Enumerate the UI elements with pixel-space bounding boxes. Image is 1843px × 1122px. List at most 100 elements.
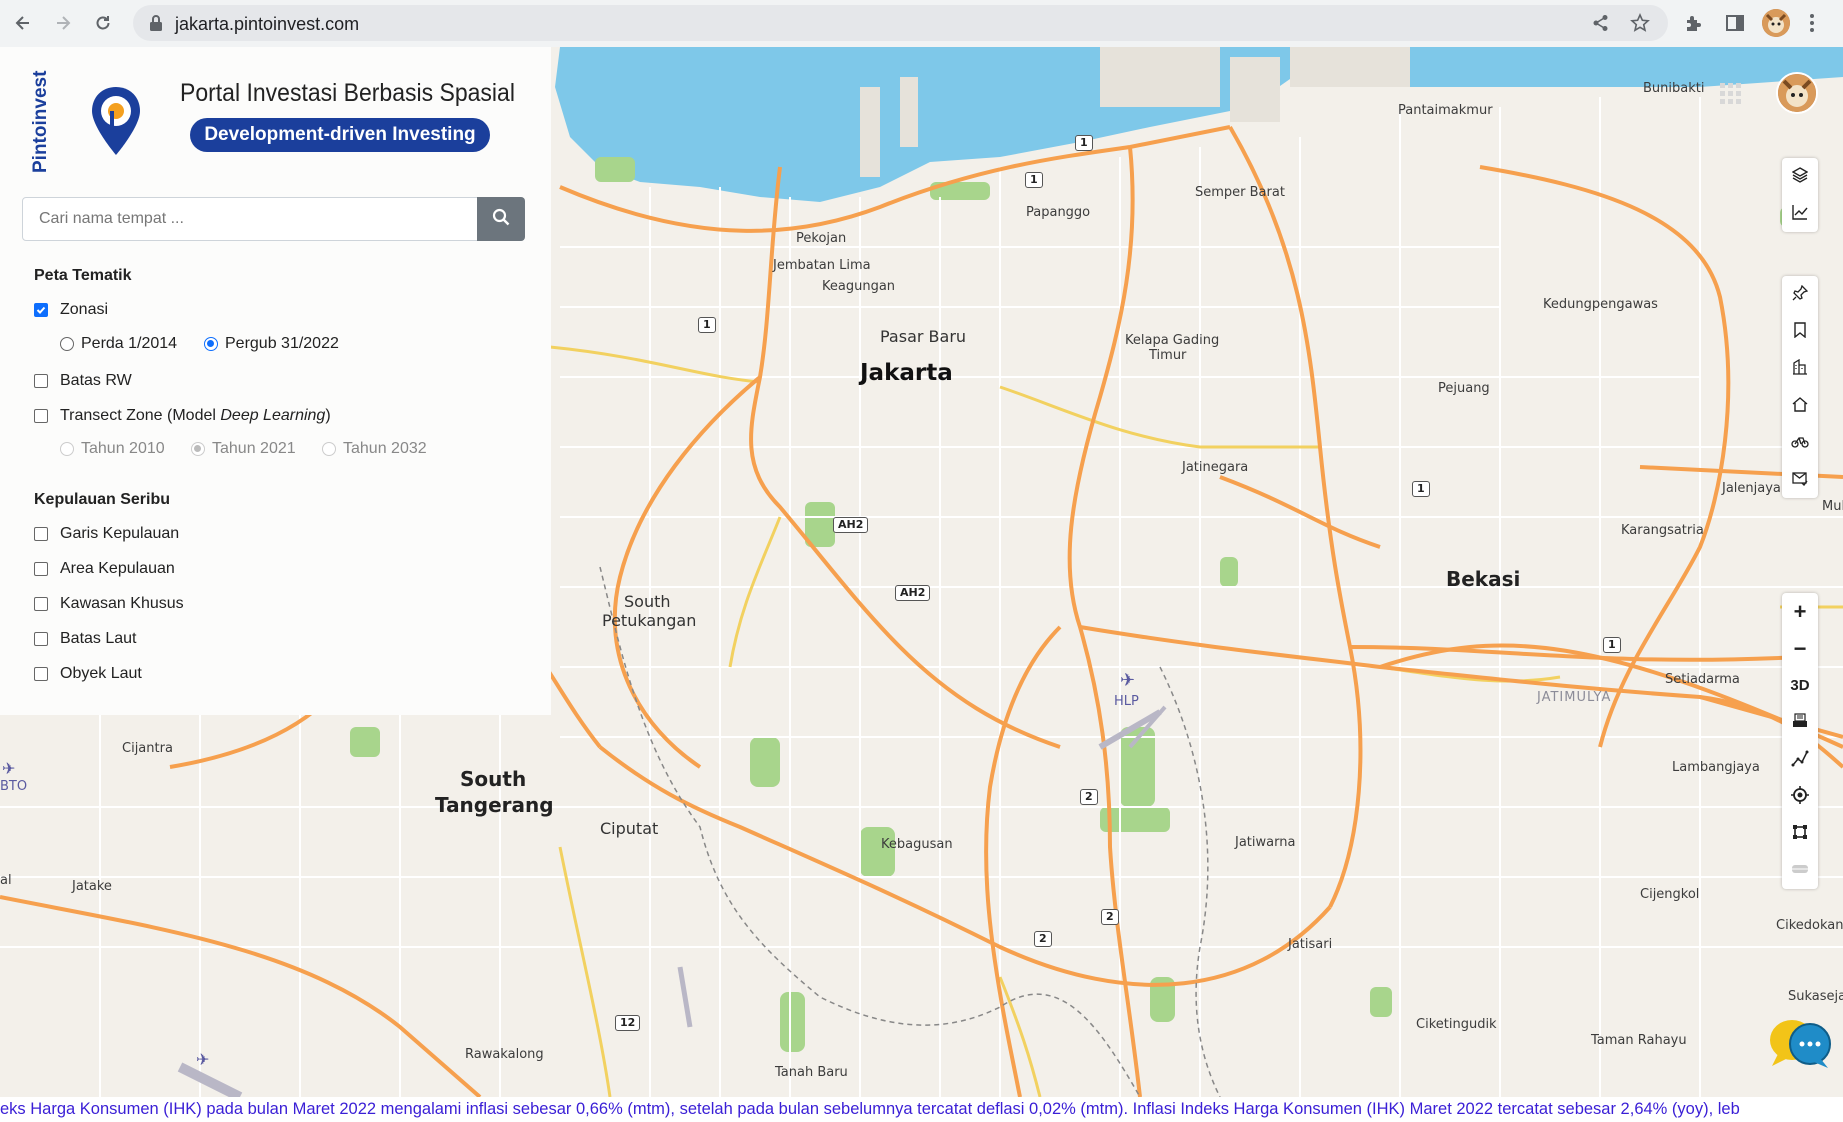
transect-checkbox[interactable] bbox=[34, 409, 48, 423]
label-papanggo: Papanggo bbox=[1026, 205, 1091, 220]
pergub-radio[interactable] bbox=[204, 337, 218, 351]
batas-laut-checkbox[interactable] bbox=[34, 632, 48, 646]
transect-year-2021[interactable]: Tahun 2021 bbox=[191, 440, 296, 458]
buildings-button[interactable] bbox=[1782, 350, 1818, 387]
road-shield: 1 bbox=[1025, 172, 1043, 188]
zonasi-option-perda[interactable]: Perda 1/2014 bbox=[60, 335, 177, 353]
poi-tools-group bbox=[1782, 276, 1818, 498]
seribu-item-garis[interactable]: Garis Kepulauan bbox=[34, 525, 179, 543]
transect-year-2032[interactable]: Tahun 2032 bbox=[322, 440, 427, 458]
obyek-laut-checkbox[interactable] bbox=[34, 667, 48, 681]
url-text: jakarta.pintoinvest.com bbox=[175, 14, 360, 34]
label-south-petukangan-2: Petukangan bbox=[602, 611, 697, 630]
year-2010-radio[interactable] bbox=[60, 442, 74, 456]
year-2021-radio[interactable] bbox=[191, 442, 205, 456]
share-icon[interactable] bbox=[1592, 14, 1610, 37]
area-checkbox[interactable] bbox=[34, 562, 48, 576]
search-button[interactable] bbox=[477, 197, 525, 241]
bookmark-button[interactable] bbox=[1782, 313, 1818, 350]
label-karangsatria: Karangsatria bbox=[1621, 523, 1704, 538]
extensions-icon[interactable] bbox=[1684, 13, 1704, 38]
pin-icon bbox=[1792, 284, 1809, 305]
label-semper-barat: Semper Barat bbox=[1195, 185, 1285, 200]
transect-zone-row[interactable]: Transect Zone (Model Deep Learning) bbox=[34, 407, 331, 425]
batas-rw-checkbox[interactable] bbox=[34, 374, 48, 388]
transect-label: Transect Zone (Model Deep Learning) bbox=[60, 407, 331, 424]
seribu-item-obyek-laut[interactable]: Obyek Laut bbox=[34, 665, 142, 683]
year-2010-label: Tahun 2010 bbox=[81, 440, 165, 457]
label-south-tangerang-1: South bbox=[460, 767, 527, 791]
search-icon bbox=[492, 208, 510, 231]
home-button[interactable] bbox=[1782, 387, 1818, 424]
label-kedungpengawas: Kedungpengawas bbox=[1543, 297, 1658, 312]
zonasi-option-pergub[interactable]: Pergub 31/2022 bbox=[204, 335, 339, 353]
zonasi-checkbox-row[interactable]: Zonasi bbox=[34, 301, 108, 319]
airport-icon: ✈ bbox=[1120, 670, 1136, 691]
label-bekasi: Bekasi bbox=[1446, 567, 1521, 591]
year-2032-radio[interactable] bbox=[322, 442, 336, 456]
zoom-out-button[interactable]: − bbox=[1782, 630, 1818, 667]
batas-rw-row[interactable]: Batas RW bbox=[34, 372, 132, 390]
draw-polygon-button[interactable] bbox=[1782, 815, 1818, 852]
label-ciketingudik: Ciketingudik bbox=[1416, 1017, 1497, 1032]
news-ticker: eks Harga Konsumen (IHK) pada bulan Mare… bbox=[0, 1097, 1843, 1122]
perda-radio[interactable] bbox=[60, 337, 74, 351]
kawasan-checkbox[interactable] bbox=[34, 597, 48, 611]
seribu-item-batas-laut[interactable]: Batas Laut bbox=[34, 630, 137, 648]
road-shield: 1 bbox=[1603, 637, 1621, 653]
mail-button[interactable] bbox=[1782, 461, 1818, 498]
seribu-item-kawasan[interactable]: Kawasan Khusus bbox=[34, 595, 184, 613]
label-rawakalong: Rawakalong bbox=[465, 1047, 544, 1062]
chat-widget-button[interactable] bbox=[1768, 1018, 1832, 1072]
mail-check-icon bbox=[1792, 470, 1808, 490]
label-jalenjaya: Jalenjaya bbox=[1722, 481, 1781, 496]
label-jakarta: Jakarta bbox=[860, 360, 953, 386]
address-bar[interactable]: jakarta.pintoinvest.com bbox=[133, 5, 1668, 41]
transect-year-2010[interactable]: Tahun 2010 bbox=[60, 440, 165, 458]
label-setiadarma: Setiadarma bbox=[1665, 672, 1740, 687]
layer-tools-group bbox=[1782, 158, 1818, 232]
label-tanah-baru: Tanah Baru bbox=[775, 1065, 848, 1080]
back-button[interactable] bbox=[8, 8, 38, 38]
road-shield: AH2 bbox=[895, 585, 931, 601]
zoom-in-button[interactable]: + bbox=[1782, 593, 1818, 630]
portal-title: Portal Investasi Berbasis Spasial bbox=[180, 79, 515, 107]
zonasi-checkbox[interactable] bbox=[34, 303, 48, 317]
polygon-icon bbox=[1792, 824, 1808, 844]
browser-menu-icon[interactable] bbox=[1808, 12, 1816, 39]
road-shield: 12 bbox=[615, 1015, 641, 1031]
bookmark-star-icon[interactable] bbox=[1630, 13, 1650, 38]
area-label: Area Kepulauan bbox=[60, 560, 175, 577]
profile-avatar[interactable] bbox=[1762, 9, 1790, 37]
line-chart-icon bbox=[1792, 204, 1808, 224]
clear-button[interactable] bbox=[1782, 852, 1818, 889]
pin-button[interactable] bbox=[1782, 276, 1818, 313]
road-shield: 1 bbox=[1075, 135, 1093, 151]
pergub-label: Pergub 31/2022 bbox=[225, 335, 339, 352]
forward-button[interactable] bbox=[48, 8, 78, 38]
search-input[interactable] bbox=[37, 209, 481, 229]
road-shield: 2 bbox=[1101, 909, 1119, 925]
location-pin-logo-icon bbox=[90, 85, 142, 162]
label-cikedokan: Cikedokan bbox=[1776, 918, 1843, 933]
reload-button[interactable] bbox=[88, 8, 118, 38]
measure-button[interactable] bbox=[1782, 741, 1818, 778]
bike-button[interactable] bbox=[1782, 424, 1818, 461]
label-bto: BTO bbox=[0, 779, 28, 794]
print-button[interactable] bbox=[1782, 704, 1818, 741]
label-jatisari: Jatisari bbox=[1288, 937, 1333, 952]
chart-button[interactable] bbox=[1782, 195, 1818, 232]
garis-checkbox[interactable] bbox=[34, 527, 48, 541]
label-jatinegara: Jatinegara bbox=[1182, 460, 1249, 475]
3d-toggle-button[interactable]: 3D bbox=[1782, 667, 1818, 704]
label-jembatan-lima: Jembatan Lima bbox=[773, 258, 871, 273]
apps-grid-icon[interactable] bbox=[1720, 83, 1742, 110]
road-shield: 2 bbox=[1034, 931, 1052, 947]
browser-toolbar: jakarta.pintoinvest.com bbox=[0, 0, 1843, 48]
user-avatar[interactable] bbox=[1776, 72, 1818, 114]
seribu-item-area[interactable]: Area Kepulauan bbox=[34, 560, 175, 578]
layers-button[interactable] bbox=[1782, 158, 1818, 195]
garis-label: Garis Kepulauan bbox=[60, 525, 180, 542]
side-panel-icon[interactable] bbox=[1725, 13, 1745, 38]
locate-button[interactable] bbox=[1782, 778, 1818, 815]
